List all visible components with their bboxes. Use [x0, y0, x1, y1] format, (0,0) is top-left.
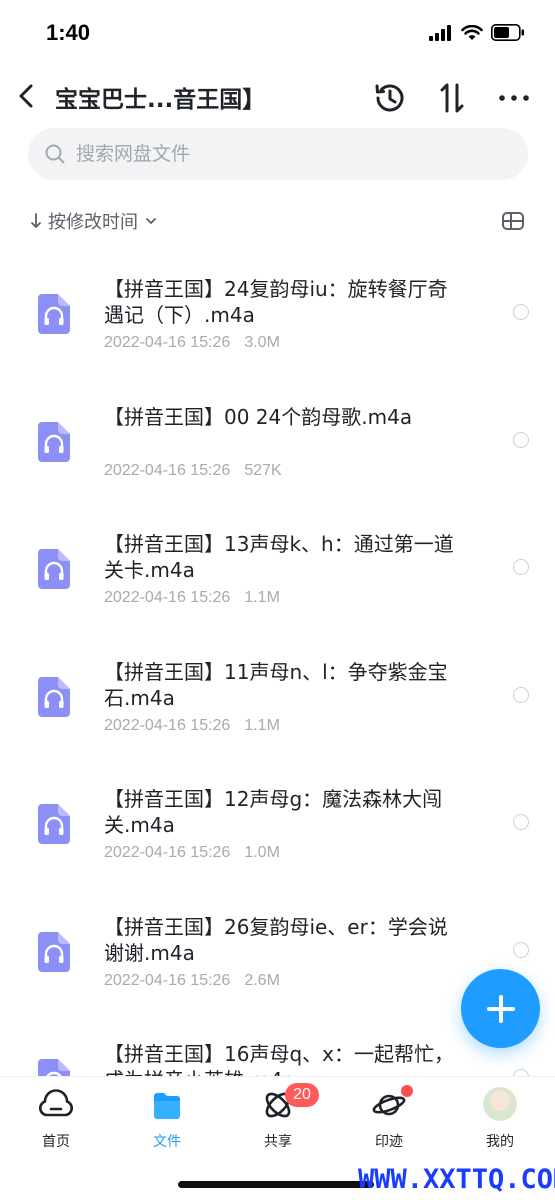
- select-checkbox[interactable]: [513, 304, 529, 320]
- arrow-down-icon: [31, 213, 41, 228]
- add-button[interactable]: [461, 969, 540, 1048]
- back-icon[interactable]: [12, 78, 42, 114]
- file-meta: 2022-04-16 15:26 527K: [104, 462, 296, 480]
- page-title: 宝宝巴士...音王国】: [55, 87, 266, 113]
- select-checkbox[interactable]: [513, 559, 529, 575]
- file-meta: 2022-04-16 15:26 1.1M: [104, 589, 294, 607]
- file-meta: 2022-04-16 15:26 2.6M: [104, 972, 294, 990]
- cloud-home-icon: [39, 1089, 73, 1117]
- folder-icon: [154, 1093, 180, 1119]
- tab-share[interactable]: 20 共享: [238, 1083, 319, 1159]
- file-size: 1.1M: [244, 589, 280, 606]
- status-icons: [429, 24, 525, 41]
- chevron-down-icon: [146, 218, 156, 224]
- tab-label: 首页: [42, 1134, 70, 1150]
- file-size: 3.0M: [244, 334, 280, 351]
- sort-transfer-icon[interactable]: [434, 80, 470, 116]
- view-mode-icon[interactable]: [500, 208, 526, 234]
- file-list: 【拼音王国】24复韵母iu：旋转餐厅奇遇记（下）.m4a 2022-04-16 1…: [0, 250, 555, 1076]
- audio-file-icon: [38, 1059, 70, 1076]
- sort-label: 按修改时间: [48, 212, 138, 233]
- cellular-signal-icon: [429, 24, 451, 41]
- tab-profile[interactable]: 我的: [460, 1087, 540, 1159]
- file-size: 1.0M: [244, 844, 280, 861]
- search-input[interactable]: [74, 142, 498, 166]
- audio-file-icon: [38, 549, 70, 589]
- tab-moments[interactable]: 印迹: [349, 1085, 429, 1159]
- file-meta: 2022-04-16 15:26 1.1M: [104, 717, 294, 735]
- notification-dot: [401, 1085, 413, 1097]
- tab-label: 共享: [264, 1134, 292, 1150]
- audio-file-icon: [38, 676, 70, 717]
- history-icon[interactable]: [372, 80, 408, 116]
- tab-files[interactable]: 文件: [127, 1087, 207, 1159]
- select-checkbox[interactable]: [513, 941, 529, 958]
- audio-file-icon: [38, 931, 70, 972]
- select-checkbox[interactable]: [513, 1069, 529, 1076]
- tab-label: 我的: [486, 1134, 514, 1150]
- wifi-icon: [461, 24, 483, 40]
- status-bar: 1:40: [0, 0, 555, 64]
- audio-file-icon: [38, 294, 70, 334]
- status-time: 1:40: [46, 20, 91, 45]
- file-date: 2022-04-16 15:26: [104, 589, 231, 606]
- select-checkbox[interactable]: [513, 814, 529, 830]
- file-date: 2022-04-16 15:26: [104, 461, 231, 479]
- watermark: WWW.XXTTQ.COM: [358, 1164, 555, 1195]
- file-row[interactable]: 【拼音王国】13声母k、h：通过第一道关卡.m4a 2022-04-16 15:2…: [0, 505, 555, 632]
- file-name: 【拼音王国】12声母g：魔法森林大闯关.m4a: [104, 787, 443, 837]
- file-date: 2022-04-16 15:26: [104, 716, 231, 734]
- file-name: 【拼音王国】13声母k、h：通过第一道关卡.m4a: [104, 532, 454, 582]
- file-row[interactable]: 【拼音王国】00 24个韵母歌.m4a 2022-04-16 15:26 527K: [0, 378, 555, 505]
- file-meta: 2022-04-16 15:26 3.0M: [104, 334, 294, 352]
- file-size: 2.6M: [244, 971, 280, 989]
- share-badge: 20: [285, 1083, 319, 1107]
- audio-file-icon: [38, 421, 70, 462]
- select-checkbox[interactable]: [513, 686, 529, 703]
- search-box[interactable]: [28, 128, 528, 180]
- sort-selector[interactable]: 按修改时间: [30, 205, 158, 237]
- nav-bar: 宝宝巴士...音王国】: [0, 66, 555, 126]
- search-icon: [45, 144, 65, 164]
- file-meta: 2022-04-16 15:26 1.0M: [104, 844, 294, 862]
- tab-label: 文件: [153, 1134, 181, 1150]
- file-size: 527K: [244, 461, 282, 479]
- file-name: 【拼音王国】00 24个韵母歌.m4a: [104, 404, 413, 429]
- avatar: [483, 1087, 517, 1121]
- file-date: 2022-04-16 15:26: [104, 334, 231, 351]
- battery-icon: [491, 24, 524, 41]
- tab-home[interactable]: 首页: [16, 1087, 96, 1159]
- home-indicator: [178, 1181, 374, 1188]
- file-name: 【拼音王国】16声母q、x：一起帮忙，成为拼音小英雄.m4a: [104, 1042, 454, 1076]
- file-size: 1.1M: [244, 716, 280, 734]
- file-name: 【拼音王国】24复韵母iu：旋转餐厅奇遇记（下）.m4a: [104, 277, 448, 327]
- tab-bar: 首页 文件 20 共享 印迹 我的: [0, 1076, 555, 1167]
- file-name: 【拼音王国】26复韵母ie、er：学会说谢谢.m4a: [104, 914, 448, 965]
- more-icon[interactable]: [496, 80, 532, 116]
- tab-label: 印迹: [375, 1134, 403, 1150]
- audio-file-icon: [38, 804, 70, 844]
- file-name: 【拼音王国】11声母n、l：争夺紫金宝石.m4a: [104, 659, 448, 710]
- file-row[interactable]: 【拼音王国】11声母n、l：争夺紫金宝石.m4a 2022-04-16 15:26…: [0, 633, 555, 760]
- file-row[interactable]: 【拼音王国】12声母g：魔法森林大闯关.m4a 2022-04-16 15:26 1…: [0, 760, 555, 887]
- file-date: 2022-04-16 15:26: [104, 844, 231, 861]
- file-date: 2022-04-16 15:26: [104, 971, 231, 989]
- file-row[interactable]: 【拼音王国】24复韵母iu：旋转餐厅奇遇记（下）.m4a 2022-04-16 1…: [0, 250, 555, 377]
- select-checkbox[interactable]: [513, 431, 529, 448]
